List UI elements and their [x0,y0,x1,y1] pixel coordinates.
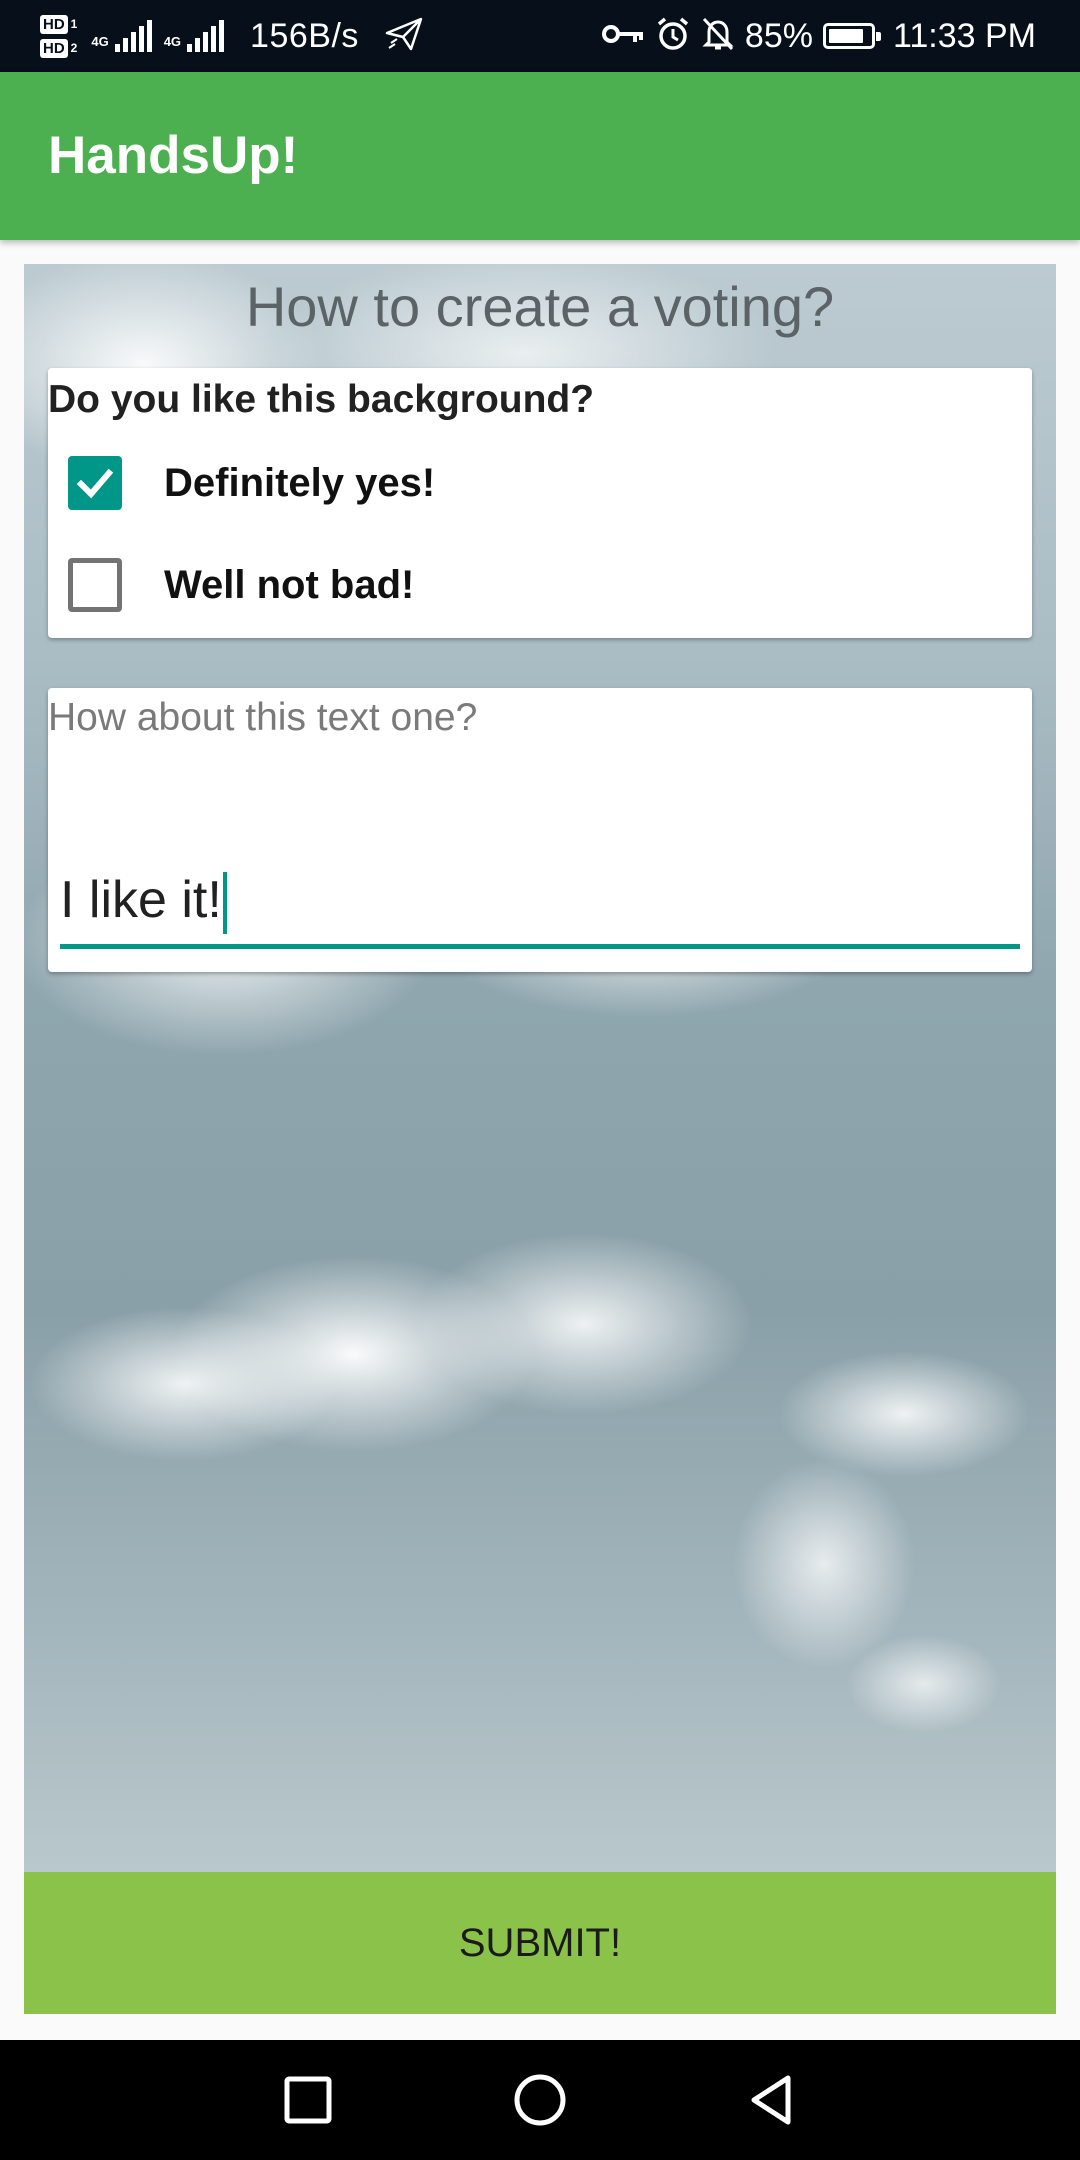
option-definitely-yes[interactable]: Definitely yes! [68,443,435,523]
network-type: 4G [91,34,109,49]
option-label: Definitely yes! [164,460,436,505]
answer-text: I like it! [60,871,222,929]
hd-indicators: HD 1 HD 2 [40,14,78,58]
navigation-bar [0,2040,1080,2160]
option-well-not-bad[interactable]: Well not bad! [68,545,414,625]
home-icon[interactable] [510,2070,570,2130]
voting-title: How to create a voting? [245,275,835,338]
answer-text-field[interactable]: I like it! [60,860,1020,940]
signal-sim1-icon: 4G [91,20,152,52]
sim-number: 1 [70,17,78,31]
clock: 11:33 PM [892,16,1036,55]
status-bar: HD 1 HD 2 4G 4G 156B/s 85% 11:33 PM [0,0,1080,72]
hd-badge: HD [40,38,68,58]
check-icon [76,468,114,499]
voting-content[interactable]: How to create a voting? Do you like this… [24,264,1056,1874]
back-icon[interactable] [742,2070,802,2130]
battery-percent: 85% [744,16,813,55]
battery-icon [822,23,881,49]
question-card-2: How about this text one? I like it! [48,688,1032,972]
checkbox-unchecked[interactable] [68,558,122,612]
option-label: Well not bad! [164,562,415,607]
sim-number: 2 [70,41,78,55]
send-icon [385,17,423,56]
network-speed: 156B/s [250,16,359,55]
recent-apps-icon[interactable] [278,2070,338,2130]
text-cursor [222,872,227,935]
question-label: Do you like this background? [48,378,595,421]
alarm-icon [655,16,691,57]
question-label: How about this text one? [48,696,478,739]
notifications-off-icon [701,16,735,57]
signal-sim2-icon: 4G [163,20,225,52]
submit-button[interactable]: SUBMIT! [24,1872,1056,2014]
checkbox-checked[interactable] [68,456,122,510]
vpn-key-icon [601,22,645,51]
app-title: HandsUp! [48,126,299,185]
hd-badge: HD [40,14,68,34]
question-card-1: Do you like this background? Definitely … [48,368,1032,638]
network-type: 4G [163,34,182,49]
input-underline [60,944,1020,949]
app-bar: HandsUp! [0,72,1080,240]
